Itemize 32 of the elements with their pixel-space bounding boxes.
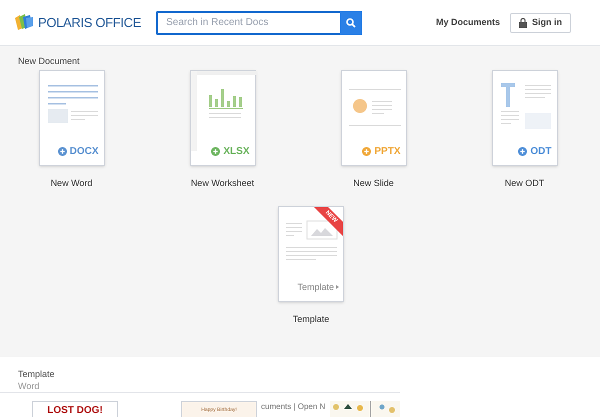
sign-in-button[interactable]: Sign in [510,12,571,32]
format-label: XLSX [223,145,250,159]
page-layout-drawing [286,220,338,260]
search-icon [346,18,356,28]
text-layout-drawing [500,83,550,129]
lock-icon [519,18,527,28]
document-label[interactable]: Template [292,313,330,326]
section-title: New Document [18,55,80,68]
overlay-text: cuments | Open N [261,401,326,413]
text-lines-drawing [48,85,98,123]
document-label[interactable]: New Word [50,177,92,190]
document-label[interactable]: New Slide [353,177,394,190]
poster-title: LOST DOG! [47,406,103,417]
search-field[interactable]: Search in Recent Docs [156,10,340,34]
search-button[interactable] [340,10,362,34]
caret-icon [336,285,339,290]
plus-icon [211,147,220,156]
section-title: Template [18,368,55,381]
plus-icon [362,147,372,156]
format-label: DOCX [70,145,98,159]
template-badge-label: Template [297,280,334,294]
plus-icon [58,147,67,156]
pie-chart-drawing [348,89,400,126]
logo-icon [14,14,34,31]
my-documents-link[interactable]: My Documents [436,16,500,30]
logo-text: POLARIS OFFICE [38,14,142,32]
plus-icon [518,147,528,156]
document-label[interactable]: New Worksheet [190,177,254,190]
template-thumbnail[interactable]: LOST DOG! [32,401,118,417]
format-label: PPTX [374,145,400,159]
document-label[interactable]: New ODT [504,177,544,190]
format-label: ODT [530,145,552,159]
